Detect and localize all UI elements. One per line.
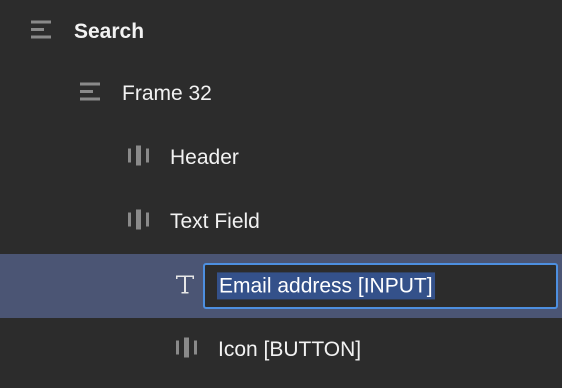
layer-rename-field[interactable]: Email address [INPUT]	[203, 263, 558, 309]
frame-icon	[80, 82, 102, 107]
auto-layout-icon	[128, 145, 150, 171]
layer-row-frame-32[interactable]: Frame 32	[0, 62, 562, 126]
layer-row-search[interactable]: Search	[0, 0, 562, 64]
auto-layout-icon	[176, 337, 198, 363]
layer-label-header: Header	[170, 146, 239, 169]
layer-rename-input[interactable]: Email address [INPUT]	[217, 272, 435, 300]
layer-label-frame-32: Frame 32	[122, 82, 212, 105]
layer-label-icon-button: Icon [BUTTON]	[218, 338, 362, 361]
layer-label-search: Search	[74, 20, 145, 43]
layer-label-text-field: Text Field	[170, 210, 260, 233]
text-icon	[174, 273, 196, 300]
layer-row-header[interactable]: Header	[0, 126, 562, 190]
layer-row-icon-button[interactable]: Icon [BUTTON]	[0, 318, 562, 382]
auto-layout-icon	[128, 209, 150, 235]
layer-row-text-field[interactable]: Text Field	[0, 190, 562, 254]
layers-panel: Search Frame 32 Header Text Field Email …	[0, 0, 562, 388]
frame-icon	[31, 20, 53, 45]
